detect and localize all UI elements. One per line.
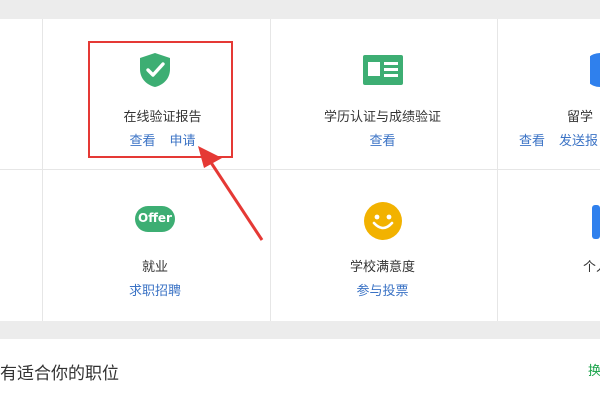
grid-divider	[42, 19, 43, 321]
cell-links-school-satisfaction: 参与投票	[320, 280, 445, 299]
globe-icon	[583, 52, 600, 92]
view-link[interactable]: 查看	[369, 134, 395, 149]
cell-title-school-satisfaction: 学校满意度	[349, 260, 415, 275]
grid-divider	[270, 19, 271, 321]
offer-icon: Offer	[135, 206, 175, 238]
send-report-link[interactable]: 发送报	[559, 134, 598, 149]
cell-title-employment: 就业	[141, 260, 168, 275]
annotation-arrow-icon	[198, 146, 264, 241]
user-icon	[592, 205, 600, 243]
grid-divider	[497, 19, 498, 321]
section-title-jobs: 有适合你的职位	[0, 364, 119, 384]
offer-icon-label: Offer	[138, 211, 172, 225]
cell-links-study-abroad: 查看 发送报	[519, 130, 600, 149]
cell-title-personal: 个人	[583, 260, 600, 275]
view-link[interactable]: 查看	[519, 134, 545, 149]
cell-title-study-abroad: 留学	[567, 110, 594, 125]
job-search-link[interactable]: 求职招聘	[129, 284, 181, 299]
cell-links-employment: 求职招聘	[100, 280, 210, 299]
document-card-icon	[363, 55, 403, 89]
cell-links-education-verification: 查看	[300, 130, 465, 149]
refresh-link[interactable]: 换	[588, 360, 600, 379]
grid-divider	[0, 169, 600, 170]
vote-link[interactable]: 参与投票	[356, 284, 408, 299]
smiley-icon	[364, 202, 402, 244]
cell-title-education-verification: 学历认证与成绩验证	[323, 110, 441, 125]
